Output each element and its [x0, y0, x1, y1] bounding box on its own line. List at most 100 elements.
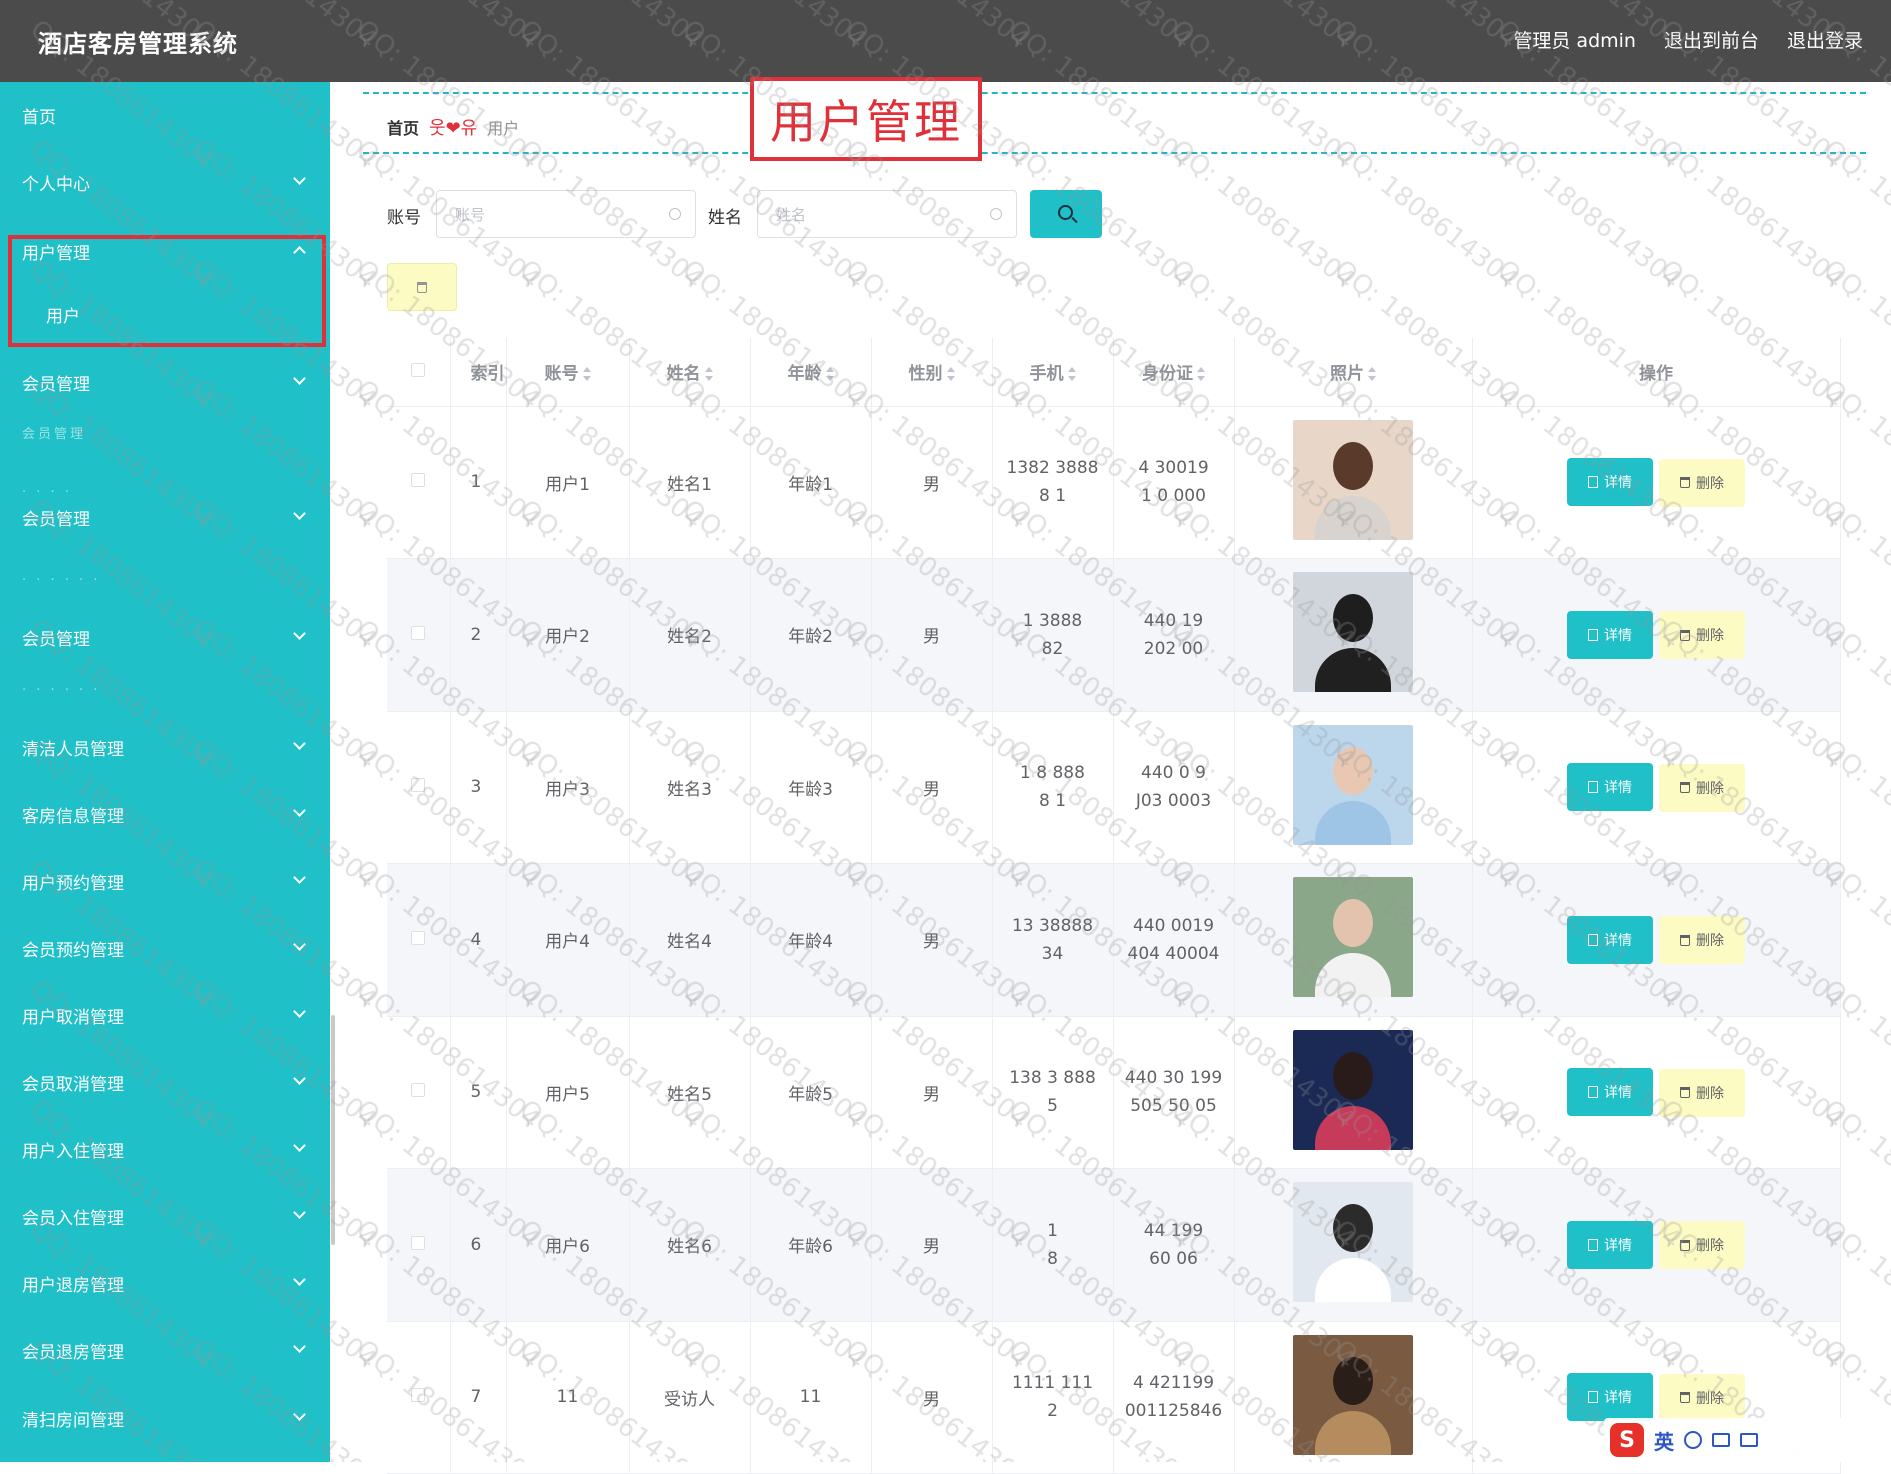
delete-button[interactable]: 删除: [1659, 763, 1745, 812]
toolbox-icon[interactable]: [1740, 1433, 1758, 1447]
delete-button[interactable]: 删除: [1659, 458, 1745, 507]
detail-button[interactable]: 详情: [1567, 1220, 1653, 1269]
row-checkbox[interactable]: [411, 625, 426, 640]
header-id-card[interactable]: 身份证: [1113, 338, 1235, 407]
header-account[interactable]: 账号: [506, 338, 630, 407]
sidebar-item-personal-center[interactable]: 个人中心: [0, 162, 330, 202]
ime-logo[interactable]: S: [1610, 1423, 1644, 1457]
chevron-down-icon: [293, 1408, 306, 1421]
sort-icon[interactable]: [582, 367, 591, 382]
header-actions: 操作: [1472, 338, 1841, 407]
breadcrumb: 首页 웃❤유 用户: [387, 114, 519, 140]
row-checkbox[interactable]: [411, 1083, 426, 1098]
table-row: 4 用户4 姓名4 年龄4 男 13 38888 34 440 0019 404 40004 详情…: [387, 863, 1841, 1017]
detail-button[interactable]: 详情: [1567, 763, 1653, 811]
header-age[interactable]: 年龄: [750, 338, 872, 407]
detail-label: 详情: [1604, 1390, 1632, 1406]
user-photo[interactable]: [1293, 572, 1413, 693]
sidebar-scrollbar[interactable]: [331, 1015, 335, 1245]
delete-label: 删除: [1696, 628, 1724, 644]
header-phone[interactable]: 手机: [992, 338, 1114, 407]
delete-button[interactable]: 删除: [1659, 916, 1745, 964]
header-gender[interactable]: 性别: [871, 338, 993, 407]
admin-user-link[interactable]: 管理员 admin: [1513, 26, 1636, 53]
ime-mode[interactable]: 英: [1654, 1426, 1674, 1455]
cell-gender: 男: [871, 558, 993, 712]
sidebar-item-cleaner-management[interactable]: 清洁人员管理: [0, 727, 330, 767]
sort-icon[interactable]: [1368, 367, 1376, 382]
sort-icon[interactable]: [704, 367, 713, 382]
logout-link[interactable]: 退出登录: [1787, 26, 1863, 53]
cell-actions: 详情 删除: [1472, 711, 1841, 864]
id-line-2: 404 40004: [1127, 943, 1220, 964]
sort-icon[interactable]: [1067, 367, 1076, 382]
row-checkbox[interactable]: [411, 1235, 426, 1250]
detail-label: 详情: [1604, 1237, 1632, 1254]
detail-label: 详情: [1604, 932, 1632, 949]
search-button[interactable]: [1030, 190, 1102, 238]
sidebar-item-home[interactable]: 首页: [0, 95, 330, 135]
name-placeholder: 姓名: [776, 205, 807, 224]
delete-button[interactable]: 删除: [1659, 1221, 1745, 1269]
sidebar-item-member-checkin-management[interactable]: 会员入住管理: [0, 1196, 330, 1236]
keyboard-icon[interactable]: [1712, 1433, 1730, 1447]
sidebar-item-user-booking-management[interactable]: 用户预约管理: [0, 861, 330, 901]
user-photo[interactable]: [1293, 1029, 1413, 1150]
sidebar-item-member-cancel-management[interactable]: 会员取消管理: [0, 1062, 330, 1102]
sidebar-item-member-management-2[interactable]: 会员管理: [0, 497, 330, 537]
sort-icon[interactable]: [825, 367, 834, 382]
document-icon: [1588, 476, 1598, 488]
id-line-1: 440 30 199: [1124, 1068, 1223, 1089]
delete-button[interactable]: 删除: [1659, 611, 1745, 659]
sidebar-item-member-management-3[interactable]: 会员管理: [0, 617, 330, 657]
id-line-2: 001125846: [1124, 1401, 1223, 1422]
detail-button[interactable]: 详情: [1567, 1068, 1653, 1116]
sidebar-item-member-management[interactable]: 会员管理: [0, 362, 330, 402]
sidebar-item-user-checkout-management[interactable]: 用户退房管理: [0, 1263, 330, 1303]
user-photo[interactable]: [1293, 1182, 1413, 1303]
delete-button[interactable]: 删除: [1659, 1068, 1745, 1117]
sidebar-item-user-checkin-management[interactable]: 用户入住管理: [0, 1129, 330, 1169]
sidebar-item-cleaning-room-management[interactable]: 清扫房间管理: [0, 1398, 330, 1438]
detail-button[interactable]: 详情: [1567, 458, 1653, 506]
row-checkbox[interactable]: [411, 930, 426, 945]
row-select: [387, 1321, 451, 1474]
exit-to-frontend-link[interactable]: 退出到前台: [1664, 26, 1759, 53]
user-photo[interactable]: [1293, 724, 1413, 845]
batch-delete-button[interactable]: [387, 263, 457, 311]
chevron-down-icon: [293, 871, 306, 884]
sidebar-item-member-booking-management[interactable]: 会员预约管理: [0, 928, 330, 968]
sidebar-item-room-info-management[interactable]: 客房信息管理: [0, 794, 330, 834]
cell-account: 用户5: [506, 1016, 630, 1169]
select-all-checkbox[interactable]: [411, 362, 426, 377]
account-search-input[interactable]: 账号: [436, 190, 696, 238]
detail-button[interactable]: 详情: [1567, 915, 1653, 964]
cell-name: 姓名1: [629, 406, 751, 559]
cell-id-card: 44 199 60 06: [1113, 1168, 1235, 1322]
id-line-1: 4 30019: [1138, 458, 1209, 479]
row-checkbox[interactable]: [411, 473, 426, 488]
breadcrumb-home[interactable]: 首页: [387, 115, 419, 139]
sidebar-item-user-cancel-management[interactable]: 用户取消管理: [0, 995, 330, 1035]
sort-icon[interactable]: [946, 367, 955, 382]
row-checkbox[interactable]: [411, 778, 426, 793]
cell-id-card: 4 421199 001125846: [1113, 1321, 1235, 1474]
header-name[interactable]: 姓名: [629, 338, 751, 407]
row-checkbox[interactable]: [411, 1388, 426, 1403]
emoji-icon[interactable]: [1684, 1431, 1702, 1449]
sidebar-item-member-checkout-management[interactable]: 会员退房管理: [0, 1330, 330, 1370]
delete-button[interactable]: 删除: [1659, 1373, 1745, 1422]
sidebar-item-label: 会员入住管理: [22, 1208, 124, 1229]
header-photo[interactable]: 照片: [1234, 338, 1473, 407]
detail-button[interactable]: 详情: [1567, 610, 1653, 659]
user-photo[interactable]: [1293, 419, 1413, 540]
user-photo[interactable]: [1293, 877, 1413, 998]
sort-icon[interactable]: [1197, 367, 1205, 382]
detail-button[interactable]: 详情: [1567, 1373, 1653, 1421]
id-line-2: 505 50 05: [1130, 1096, 1217, 1117]
watermark-text: QQ: 1808614304: [1328, 134, 1523, 296]
sidebar-faint-text: · · · · · ·: [22, 682, 101, 698]
user-photo[interactable]: [1293, 1334, 1413, 1455]
name-search-input[interactable]: 姓名: [757, 190, 1017, 238]
chevron-down-icon: [293, 804, 306, 817]
